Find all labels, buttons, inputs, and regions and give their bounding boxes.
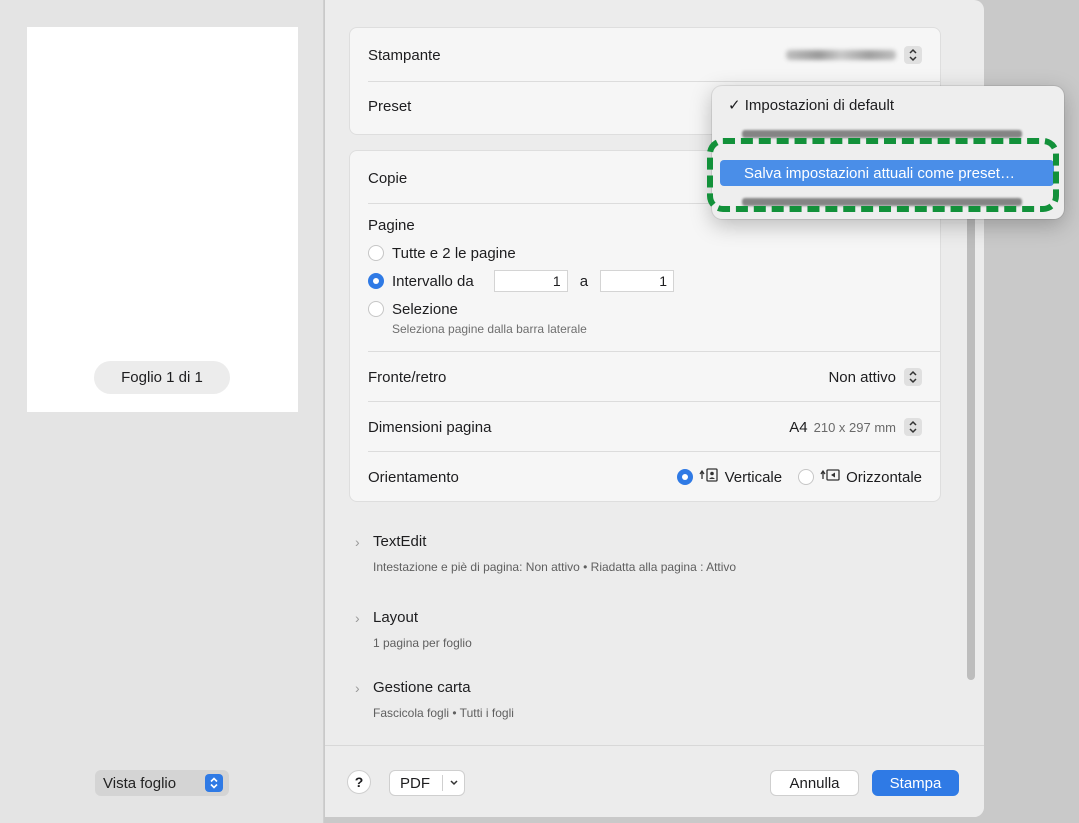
chevron-down-icon [447, 773, 461, 797]
preset-label: Preset [368, 97, 412, 115]
selection-hint: Seleziona pagine dalla barra laterale [392, 322, 587, 336]
updown-chevron-icon [904, 46, 922, 64]
paper-size-row: Dimensioni pagina A4 210 x 297 mm [368, 415, 922, 439]
landscape-label: Orizzontale [846, 468, 922, 486]
orientation-options: Verticale Orizzontale [676, 467, 922, 487]
radio-portrait[interactable] [676, 469, 693, 485]
paper-size-detail: 210 x 297 mm [813, 419, 896, 435]
printer-label: Stampante [368, 46, 441, 64]
paper-size-select[interactable]: A4 210 x 297 mm [789, 418, 922, 436]
print-button[interactable]: Stampa [872, 770, 959, 796]
option-selection-label: Selezione [392, 300, 458, 318]
radio-page-range[interactable] [368, 273, 384, 289]
updown-chevron-icon [904, 368, 922, 386]
pages-option-selection[interactable]: Selezione [368, 299, 922, 319]
divider [368, 401, 940, 402]
pdf-label: PDF [400, 774, 430, 792]
section-summary: 1 pagina per foglio [373, 636, 472, 650]
section-summary: Fascicola fogli • Tutti i fogli [373, 706, 514, 720]
section-title: Gestione carta [373, 679, 471, 696]
pages-option-range[interactable]: Intervallo da a [368, 269, 922, 293]
scrollbar[interactable] [967, 150, 975, 680]
menu-item-default[interactable]: ✓ Impostazioni di default [728, 96, 894, 114]
divider [368, 81, 940, 82]
section-title: TextEdit [373, 533, 427, 550]
section-title: Layout [373, 609, 419, 626]
printer-name-obscured [786, 50, 896, 60]
menu-item-obscured [742, 130, 1022, 138]
updown-chevron-icon [904, 418, 922, 436]
radio-selection[interactable] [368, 301, 384, 317]
printer-row: Stampante [368, 44, 922, 66]
cancel-button[interactable]: Annulla [770, 770, 859, 796]
paper-size-label: Dimensioni pagina [368, 418, 492, 436]
portrait-label: Verticale [724, 468, 783, 486]
orientation-label: Orientamento [368, 468, 459, 486]
duplex-value: Non attivo [828, 368, 896, 386]
sheet-counter: Foglio 1 di 1 [94, 361, 230, 394]
divider [368, 451, 940, 452]
chevron-right-icon: › [355, 533, 360, 550]
dialog-footer: ? PDF Annulla Stampa [325, 745, 984, 817]
radio-all-pages[interactable] [368, 245, 384, 261]
option-range-label: Intervallo da [392, 272, 474, 290]
option-all-label: Tutte e 2 le pagine [392, 244, 516, 262]
range-from-input[interactable] [493, 270, 568, 292]
annotation-highlight-box [707, 138, 1059, 212]
chevron-right-icon: › [355, 679, 360, 696]
divider [442, 775, 443, 791]
view-mode-label: Vista foglio [103, 774, 177, 792]
duplex-label: Fronte/retro [368, 368, 447, 386]
duplex-select[interactable]: Non attivo [828, 368, 922, 386]
page-preview [27, 27, 298, 412]
range-to-input[interactable] [600, 270, 675, 292]
paper-size-value: A4 [789, 418, 808, 436]
duplex-row: Fronte/retro Non attivo [368, 365, 922, 389]
preview-pane: Foglio 1 di 1 Vista foglio [0, 0, 324, 823]
section-textedit[interactable]: › TextEdit Intestazione e piè di pagina: … [355, 533, 944, 574]
printer-select[interactable] [786, 46, 922, 64]
radio-landscape[interactable] [798, 469, 815, 485]
view-mode-select[interactable]: Vista foglio [95, 770, 229, 796]
copies-label: Copie [368, 169, 408, 187]
updown-chevron-icon [205, 774, 223, 792]
pages-label: Pagine [368, 216, 415, 234]
section-layout[interactable]: › Layout 1 pagina per foglio [355, 609, 944, 650]
help-button[interactable]: ? [347, 770, 371, 794]
divider [368, 351, 940, 352]
range-separator: a [579, 272, 589, 290]
section-paper-handling[interactable]: › Gestione carta Fascicola fogli • Tutti … [355, 679, 944, 720]
landscape-icon [820, 467, 840, 487]
section-summary: Intestazione e piè di pagina: Non attivo… [373, 560, 737, 574]
orientation-row: Orientamento Verticale Orizzontale [368, 465, 922, 489]
pdf-menu-button[interactable]: PDF [389, 770, 465, 796]
pages-option-all[interactable]: Tutte e 2 le pagine [368, 243, 922, 263]
portrait-icon [699, 467, 719, 487]
chevron-right-icon: › [355, 609, 360, 626]
